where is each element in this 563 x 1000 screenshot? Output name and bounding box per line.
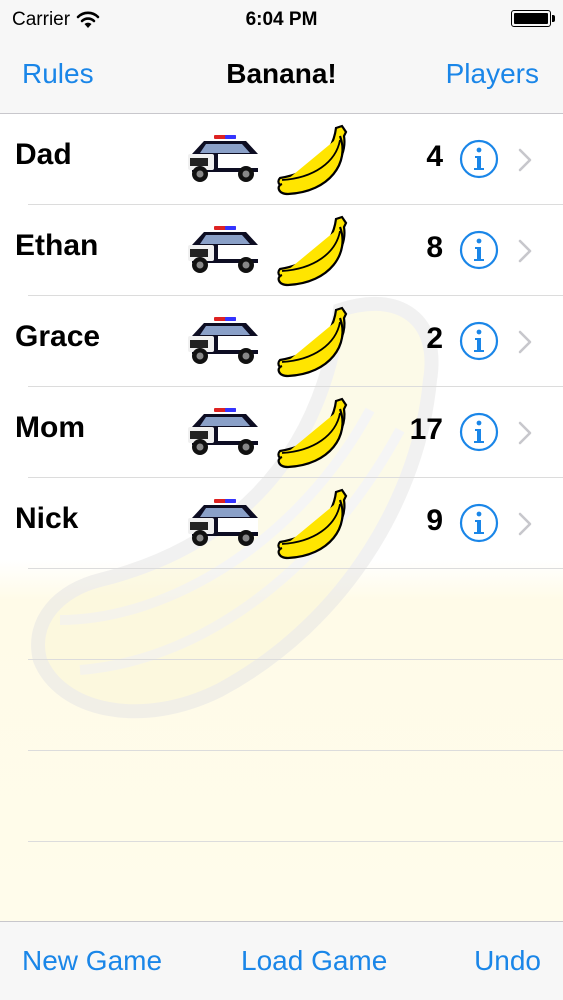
info-icon[interactable] (459, 412, 499, 452)
chevron-right-icon (518, 148, 532, 172)
player-name: Nick (15, 502, 79, 535)
player-score: 2 (426, 322, 443, 355)
chevron-right-icon (518, 239, 532, 263)
chevron-right-icon (518, 421, 532, 445)
police-car-icon (188, 226, 258, 273)
banana-icon (277, 215, 348, 287)
navigation-bar: Rules Banana! Players (0, 40, 563, 113)
info-icon[interactable] (459, 321, 499, 361)
load-game-button[interactable]: Load Game (241, 945, 387, 977)
player-name: Mom (15, 411, 85, 444)
banana-icon (277, 124, 348, 196)
empty-row (0, 751, 563, 842)
app-screen: Carrier 6:04 PM Rules Banana! Players Da… (0, 0, 563, 1000)
player-score: 17 (409, 413, 443, 446)
banana-icon (277, 397, 348, 469)
chevron-right-icon (518, 512, 532, 536)
player-list: Dad 4 Ethan 8 Grace 2 Mom 17 Nick 9 (0, 114, 563, 842)
header: Carrier 6:04 PM Rules Banana! Players (0, 0, 563, 114)
police-car-icon (188, 499, 258, 546)
player-row[interactable]: Grace 2 (0, 296, 563, 387)
bottom-toolbar: New Game Load Game Undo (0, 921, 563, 1000)
info-icon[interactable] (459, 139, 499, 179)
empty-row (0, 660, 563, 751)
player-name: Dad (15, 138, 72, 171)
police-car-icon (188, 317, 258, 364)
row-divider (28, 841, 563, 842)
player-name: Grace (15, 320, 101, 353)
player-row[interactable]: Dad 4 (0, 114, 563, 205)
player-score: 8 (426, 231, 443, 264)
player-score: 9 (426, 504, 443, 537)
banana-icon (277, 488, 348, 560)
battery-icon (511, 10, 555, 27)
status-time: 6:04 PM (245, 9, 318, 30)
player-row[interactable]: Ethan 8 (0, 205, 563, 296)
status-bar: Carrier 6:04 PM (0, 0, 563, 40)
police-car-icon (188, 135, 258, 182)
undo-button[interactable]: Undo (474, 945, 541, 977)
player-row[interactable]: Mom 17 (0, 387, 563, 478)
info-icon[interactable] (459, 230, 499, 270)
player-name: Ethan (15, 229, 99, 262)
new-game-button[interactable]: New Game (22, 945, 162, 977)
players-button[interactable]: Players (446, 58, 539, 90)
police-car-icon (188, 408, 258, 455)
player-row[interactable]: Nick 9 (0, 478, 563, 569)
player-score: 4 (426, 140, 443, 173)
banana-icon (277, 306, 348, 378)
empty-row (0, 569, 563, 660)
chevron-right-icon (518, 330, 532, 354)
info-icon[interactable] (459, 503, 499, 543)
